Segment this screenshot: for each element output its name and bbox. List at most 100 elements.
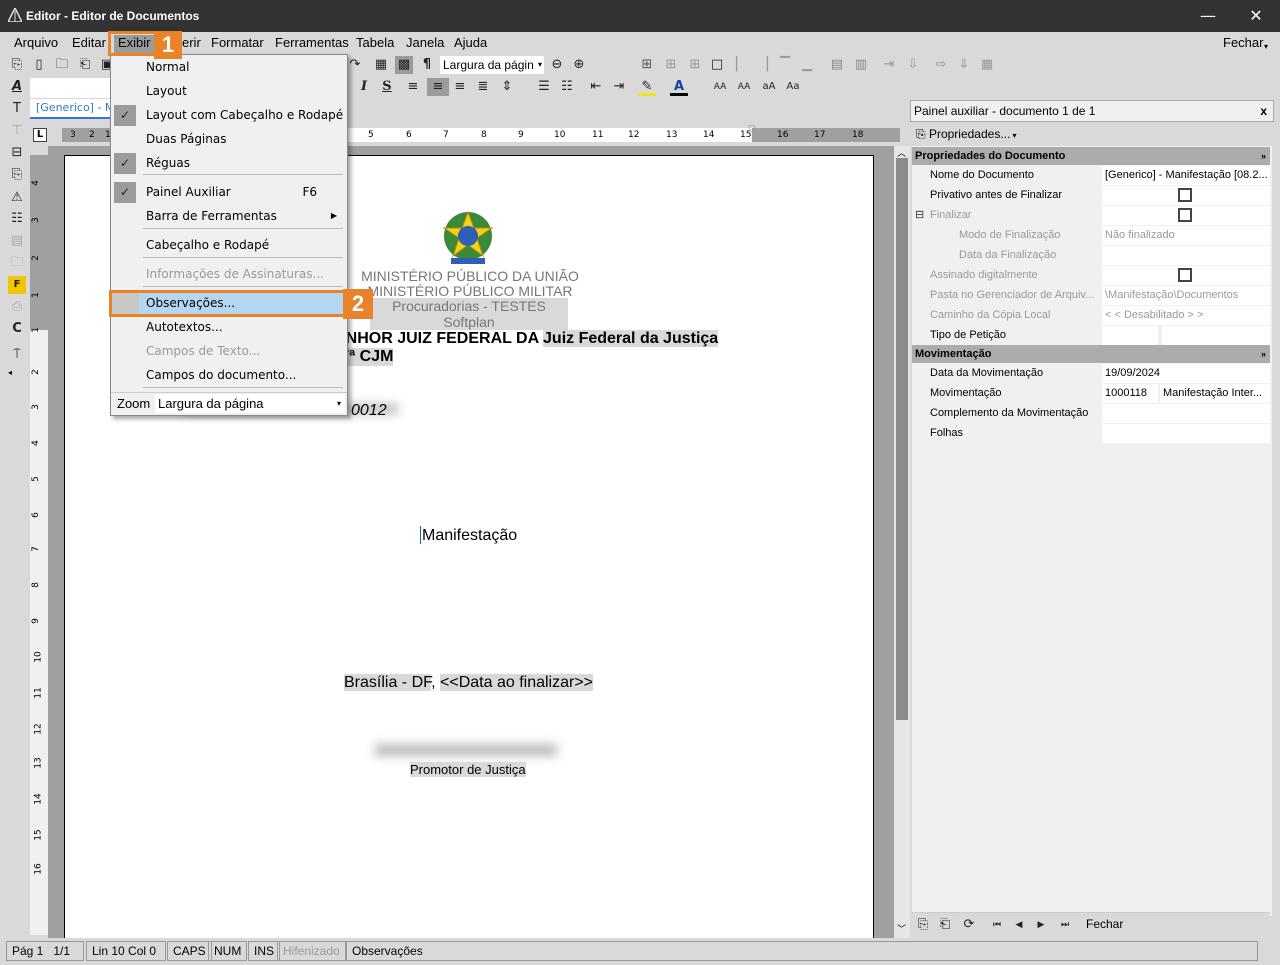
delete-row-icon[interactable]: ⇨ (932, 56, 950, 74)
open-icon[interactable]: 🗀 (53, 56, 71, 74)
property-value[interactable]: < < Desabilitado > > (1102, 306, 1270, 325)
property-value[interactable] (1102, 326, 1158, 345)
line-spacing-icon[interactable]: ⇕ (498, 78, 516, 96)
property-row[interactable]: Movimentação Manifestação Inter... 1000118 (912, 384, 1270, 404)
collapse-expander-icon[interactable]: ⊟ (915, 206, 924, 225)
properties-dropdown-button[interactable]: ⎘ Propriedades... ▾ (912, 124, 1274, 146)
numbered-list-icon[interactable]: ☷ (558, 78, 576, 96)
checkbox[interactable] (1178, 208, 1192, 222)
property-value-secondary[interactable]: Manifestação Inter... (1160, 384, 1270, 403)
property-row[interactable]: Privativo antes de Finalizar (912, 186, 1270, 206)
justify-icon[interactable]: ≣ (474, 78, 492, 96)
next-icon[interactable]: ▶ (1032, 916, 1050, 934)
insert-field-icon[interactable]: ⊟ (8, 144, 26, 162)
menu-item-campos-do-documento[interactable]: Campos do documento... (111, 364, 347, 386)
property-value[interactable]: [Generico] - Manifestação [08.2... (1102, 166, 1270, 185)
last-icon[interactable]: ⏭ (1056, 916, 1074, 934)
lowercase-icon[interactable]: Aa (784, 78, 802, 96)
property-row[interactable]: ⊟ Finalizar (912, 206, 1270, 226)
checkbox[interactable] (1178, 268, 1192, 282)
condense-spacing-icon[interactable]: AA (732, 78, 756, 96)
property-value[interactable] (1102, 266, 1270, 285)
increase-indent-icon[interactable]: ⇥ (610, 78, 628, 96)
menu-item-cabeçalho-e-rodapé[interactable]: Cabeçalho e Rodapé (111, 234, 347, 256)
tab-stop-icon[interactable]: L (33, 128, 47, 142)
list-doc-icon[interactable]: ☷ (8, 210, 26, 228)
c-icon[interactable]: C (8, 320, 26, 338)
table-borders-inside-icon[interactable]: ⊞ (662, 56, 680, 74)
scroll-down-icon[interactable]: ﹀ (897, 922, 906, 935)
menu-item-painel-auxiliar[interactable]: ✓ Painel Auxiliar F6 (111, 181, 347, 203)
menu-ajuda[interactable]: Ajuda (450, 35, 491, 53)
table-shading-icon[interactable]: ▦ (978, 56, 996, 74)
collapse-icon[interactable]: » (1261, 345, 1266, 363)
table-icon[interactable]: ▦ (372, 56, 390, 74)
panel-close-button[interactable]: Fechar (1086, 917, 1123, 931)
insert-row-icon[interactable]: ⇥ (880, 56, 898, 74)
table-border-top-icon[interactable]: ▔ (776, 56, 794, 74)
delete-column-icon[interactable]: ⇓ (955, 56, 973, 74)
menu-arquivo[interactable]: Arquivo (10, 35, 62, 53)
property-value-secondary[interactable] (1162, 326, 1270, 345)
property-row[interactable]: Pasta no Gerenciador de Arquiv... \Manife… (912, 286, 1270, 306)
menu-zoom-select[interactable]: Largura da página ▾ (155, 394, 345, 413)
align-left-icon[interactable]: ≡ (404, 78, 422, 96)
properties-icon[interactable]: ⎘ (8, 166, 26, 184)
checkbox[interactable] (1178, 188, 1192, 202)
style-icon[interactable]: A (8, 78, 26, 96)
menu-ferramentas[interactable]: Ferramentas (271, 35, 353, 53)
align-center-icon[interactable]: ≡ (427, 78, 449, 96)
expand-spacing-icon[interactable]: AA (708, 78, 732, 96)
collapse-icon[interactable]: » (1261, 147, 1266, 165)
menu-janela[interactable]: Janela (402, 35, 448, 53)
paste-icon[interactable]: ⎗ (936, 916, 954, 934)
addressee-field[interactable]: Juiz Federal da Justiça (543, 330, 719, 347)
new-document-icon[interactable]: ▯ (30, 56, 48, 74)
date-field[interactable]: <<Data ao finalizar>> (440, 674, 594, 691)
property-value[interactable] (1102, 246, 1270, 265)
indent-marker-icon[interactable]: ▽ (748, 124, 756, 135)
section-document-properties[interactable]: Propriedades do Documento » (912, 147, 1270, 165)
text-box-icon[interactable]: ⊤ (8, 122, 26, 140)
property-value[interactable] (1102, 206, 1270, 225)
property-value[interactable]: \Manifestação\Documentos (1102, 286, 1270, 305)
menu-item-normal[interactable]: Normal (111, 56, 347, 78)
menu-item-réguas[interactable]: ✓ Réguas (111, 152, 347, 174)
menu-item-duas-páginas[interactable]: Duas Páginas (111, 128, 347, 150)
menu-inserir[interactable]: erir (178, 35, 205, 53)
folder-icon[interactable]: 🗀 (8, 254, 26, 272)
table-borders-all-icon[interactable]: ⊞ (638, 56, 656, 74)
uppercase-icon[interactable]: aA (760, 78, 778, 96)
property-row[interactable]: Modo de Finalização Não finalizado (912, 226, 1270, 246)
property-value[interactable] (1102, 424, 1270, 443)
merge-cells-icon[interactable]: ▤ (828, 56, 846, 74)
table-border-outside-icon[interactable]: □ (708, 56, 726, 74)
property-value[interactable] (1102, 186, 1270, 205)
warning-doc-icon[interactable]: ⚠ (8, 189, 26, 207)
zoom-select[interactable]: Largura da págin ▾ (440, 56, 544, 74)
menu-tabela[interactable]: Tabela (352, 35, 398, 53)
text-field-icon[interactable]: T (8, 100, 26, 118)
fechar-menu[interactable]: Fechar (1219, 35, 1267, 53)
font-color-icon[interactable]: A (670, 78, 688, 96)
menu-item-layout[interactable]: Layout (111, 80, 347, 102)
scrollbar-thumb[interactable] (896, 158, 908, 720)
fechar-dropdown-icon[interactable]: ▾ (1264, 42, 1268, 51)
prev-icon[interactable]: ◀ (1010, 916, 1028, 934)
property-value[interactable]: 1000118 (1102, 384, 1158, 403)
new-from-template-icon[interactable]: ⎘ (8, 56, 26, 74)
strikeout-icon[interactable]: S (378, 78, 396, 96)
zoom-out-icon[interactable]: ⊖ (548, 56, 566, 74)
bullet-list-icon[interactable]: ☰ (535, 78, 553, 96)
more-tools-icon[interactable]: ◂ (8, 368, 12, 377)
highlight-icon[interactable]: ✎ (638, 78, 656, 96)
menu-editar[interactable]: Editar (68, 35, 110, 53)
menu-item-barra-de-ferramentas[interactable]: Barra de Ferramentas ▶ (111, 205, 347, 227)
copy-icon[interactable]: ⎘ (914, 916, 932, 934)
format-painter-icon[interactable]: ⍑ (8, 346, 26, 364)
table-border-left-icon[interactable]: ▏ (732, 56, 750, 74)
table-borders-none-icon[interactable]: ⊞ (686, 56, 704, 74)
property-value[interactable] (1102, 404, 1270, 423)
minimize-button[interactable]: — (1188, 4, 1228, 28)
refresh-icon[interactable]: ⟳ (960, 916, 978, 934)
